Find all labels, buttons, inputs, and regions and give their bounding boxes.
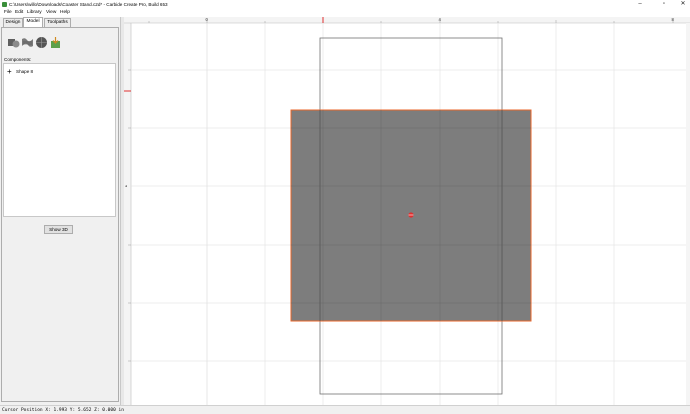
list-item[interactable]: + Shape 8	[7, 68, 33, 76]
menu-file[interactable]: File	[4, 10, 12, 15]
close-icon[interactable]: ✕	[676, 0, 690, 9]
shape-center-marker-icon[interactable]	[408, 212, 414, 218]
import-model-tool-icon[interactable]	[49, 36, 62, 49]
menu-library[interactable]: Library	[27, 10, 42, 15]
canvas-area[interactable]: 0 4 8 ◂	[124, 17, 690, 405]
show-3d-button[interactable]: Show 3D	[44, 225, 73, 234]
cursor-position: Cursor Position X: 1.993 Y: 5.652 Z: 0.0…	[2, 407, 124, 413]
menu-help[interactable]: Help	[60, 10, 70, 15]
design-canvas[interactable]: 0 4 8 ◂	[124, 17, 690, 405]
minimize-icon[interactable]: –	[633, 0, 647, 9]
window-title: C:\Users\willo\Downloads\Coaster Stand.c…	[9, 1, 168, 7]
ruler-arrow-icon: ◂	[125, 184, 127, 188]
title-bar: C:\Users\willo\Downloads\Coaster Stand.c…	[0, 0, 690, 9]
add-shape-tool-icon[interactable]	[7, 36, 20, 49]
component-label: Shape 8	[16, 69, 34, 74]
texture-tool-icon[interactable]	[21, 36, 34, 49]
left-panel: Design Model Toolpaths Components: + Sha…	[0, 17, 121, 405]
maximize-icon[interactable]: ▫	[657, 0, 671, 9]
sphere-tool-icon[interactable]	[35, 36, 48, 49]
components-label: Components:	[4, 57, 32, 62]
menu-edit[interactable]: Edit	[15, 10, 23, 15]
tab-toolpaths[interactable]: Toolpaths	[44, 18, 71, 27]
horizontal-ruler	[124, 17, 690, 23]
status-bar: Cursor Position X: 1.993 Y: 5.652 Z: 0.0…	[0, 405, 690, 414]
tab-model[interactable]: Model	[23, 17, 43, 27]
menu-view[interactable]: View	[46, 10, 56, 15]
vertical-ruler	[124, 17, 131, 405]
menu-bar: File Edit Library View Help	[0, 9, 690, 17]
components-list: + Shape 8	[3, 63, 116, 217]
app-icon	[2, 2, 7, 7]
vertical-scrollbar[interactable]	[686, 23, 690, 405]
expand-icon[interactable]: +	[7, 68, 12, 76]
tab-design[interactable]: Design	[3, 18, 23, 27]
